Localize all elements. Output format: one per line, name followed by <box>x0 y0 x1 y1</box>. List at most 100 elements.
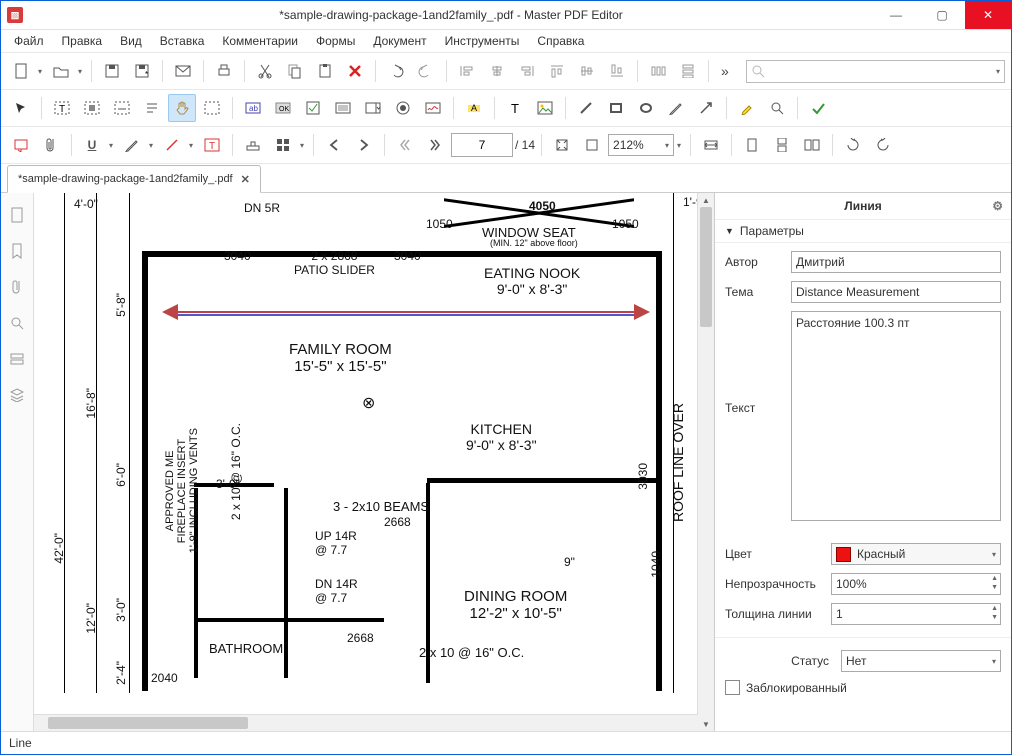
snapshot-tool[interactable] <box>198 94 226 122</box>
new-file-dropdown[interactable]: ▾ <box>35 67 45 76</box>
props-settings-icon[interactable]: ⚙ <box>992 199 1003 213</box>
page-number-input[interactable] <box>451 133 513 157</box>
align-left-button[interactable] <box>453 57 481 85</box>
insert-text-tool[interactable]: T <box>501 94 529 122</box>
validate-tool[interactable] <box>804 94 832 122</box>
subject-input[interactable]: Distance Measurement <box>791 281 1001 303</box>
nav-fields[interactable] <box>2 343 32 375</box>
text-box-tool[interactable]: T <box>198 131 226 159</box>
form-combo[interactable] <box>359 94 387 122</box>
delete-button[interactable] <box>341 57 369 85</box>
underline-dropdown[interactable]: ▾ <box>106 141 116 150</box>
zoom-dropdown[interactable]: ▾ <box>674 141 684 150</box>
zoom-combo[interactable]: 212%▾ <box>608 134 674 156</box>
stamp-tool[interactable] <box>239 131 267 159</box>
nav-thumbnails[interactable] <box>2 199 32 231</box>
fit-width-button[interactable] <box>697 131 725 159</box>
last-page-button[interactable] <box>421 131 449 159</box>
locked-checkbox[interactable]: Заблокированный <box>725 680 1001 695</box>
close-button[interactable]: ✕ <box>965 1 1011 29</box>
open-file-button[interactable] <box>47 57 75 85</box>
menu-forms[interactable]: Формы <box>309 32 362 50</box>
linewidth-spin[interactable]: 1 ▲▼ <box>831 603 1001 625</box>
toolbar-overflow[interactable]: » <box>715 63 736 79</box>
save-as-button[interactable]: * <box>128 57 156 85</box>
search-dropdown[interactable]: ▾ <box>996 67 1000 76</box>
prev-page-button[interactable] <box>320 131 348 159</box>
insert-image-tool[interactable] <box>531 94 559 122</box>
horizontal-scrollbar[interactable] <box>34 714 698 731</box>
menu-tools[interactable]: Инструменты <box>438 32 527 50</box>
props-section-header[interactable]: ▼ Параметры <box>715 220 1011 243</box>
distribute-v-button[interactable] <box>674 57 702 85</box>
menu-insert[interactable]: Вставка <box>153 32 212 50</box>
pencil-dropdown[interactable]: ▾ <box>146 141 156 150</box>
open-file-dropdown[interactable]: ▾ <box>75 67 85 76</box>
align-center-v-button[interactable] <box>573 57 601 85</box>
arrow-shape-tool[interactable] <box>692 94 720 122</box>
status-combo[interactable]: Нет ▾ <box>841 650 1001 672</box>
form-checkbox[interactable] <box>299 94 327 122</box>
cut-button[interactable] <box>251 57 279 85</box>
author-input[interactable]: Дмитрий <box>791 251 1001 273</box>
menu-comments[interactable]: Комментарии <box>215 32 305 50</box>
attach-file-tool[interactable] <box>37 131 65 159</box>
print-button[interactable] <box>210 57 238 85</box>
nav-bookmarks[interactable] <box>2 235 32 267</box>
opacity-spin[interactable]: 100% ▲▼ <box>831 573 1001 595</box>
menu-document[interactable]: Документ <box>366 32 433 50</box>
text-input[interactable]: Расстояние 100.3 пт <box>791 311 1001 521</box>
single-page-button[interactable] <box>738 131 766 159</box>
rect-shape-tool[interactable] <box>602 94 630 122</box>
facing-button[interactable] <box>798 131 826 159</box>
select-tool[interactable] <box>7 94 35 122</box>
align-top-button[interactable] <box>543 57 571 85</box>
underline-tool[interactable]: U <box>78 131 106 159</box>
scroll-down-icon[interactable]: ▼ <box>698 717 714 731</box>
select-text-tool[interactable] <box>138 94 166 122</box>
sticky-note-tool[interactable] <box>7 131 35 159</box>
next-page-button[interactable] <box>350 131 378 159</box>
line-annot-dropdown[interactable]: ▾ <box>186 141 196 150</box>
color-combo[interactable]: Красный ▾ <box>831 543 1001 565</box>
email-button[interactable] <box>169 57 197 85</box>
ellipse-shape-tool[interactable] <box>632 94 660 122</box>
nav-search[interactable] <box>2 307 32 339</box>
pencil-tool[interactable] <box>118 131 146 159</box>
continuous-button[interactable] <box>768 131 796 159</box>
document-tab[interactable]: *sample-drawing-package-1and2family_.pdf… <box>7 165 261 193</box>
pencil-shape-tool[interactable] <box>662 94 690 122</box>
minimize-button[interactable]: — <box>873 1 919 29</box>
rotate-ccw-button[interactable] <box>839 131 867 159</box>
tile-dropdown[interactable]: ▾ <box>297 141 307 150</box>
distribute-h-button[interactable] <box>644 57 672 85</box>
tile-tool[interactable] <box>269 131 297 159</box>
first-page-button[interactable] <box>391 131 419 159</box>
highlight-text-tool[interactable]: A <box>460 94 488 122</box>
form-radio[interactable] <box>389 94 417 122</box>
hand-tool[interactable] <box>168 94 196 122</box>
form-text-field[interactable]: ab <box>239 94 267 122</box>
undo-button[interactable] <box>382 57 410 85</box>
edit-form-tool[interactable] <box>108 94 136 122</box>
new-file-button[interactable] <box>7 57 35 85</box>
menu-help[interactable]: Справка <box>530 32 591 50</box>
maximize-button[interactable]: ▢ <box>919 1 965 29</box>
form-list[interactable] <box>329 94 357 122</box>
edit-text-tool[interactable]: T <box>48 94 76 122</box>
redo-button[interactable] <box>412 57 440 85</box>
vertical-scrollbar[interactable]: ▲ ▼ <box>697 193 714 731</box>
scroll-up-icon[interactable]: ▲ <box>698 193 714 207</box>
save-button[interactable] <box>98 57 126 85</box>
highlight-tool[interactable] <box>733 94 761 122</box>
edit-object-tool[interactable] <box>78 94 106 122</box>
copy-button[interactable] <box>281 57 309 85</box>
rotate-cw-button[interactable] <box>869 131 897 159</box>
nav-layers[interactable] <box>2 379 32 411</box>
menu-file[interactable]: Файл <box>7 32 51 50</box>
form-signature[interactable] <box>419 94 447 122</box>
align-center-h-button[interactable] <box>483 57 511 85</box>
scroll-thumb-h[interactable] <box>48 717 248 729</box>
menu-edit[interactable]: Правка <box>55 32 110 50</box>
line-shape-tool[interactable] <box>572 94 600 122</box>
